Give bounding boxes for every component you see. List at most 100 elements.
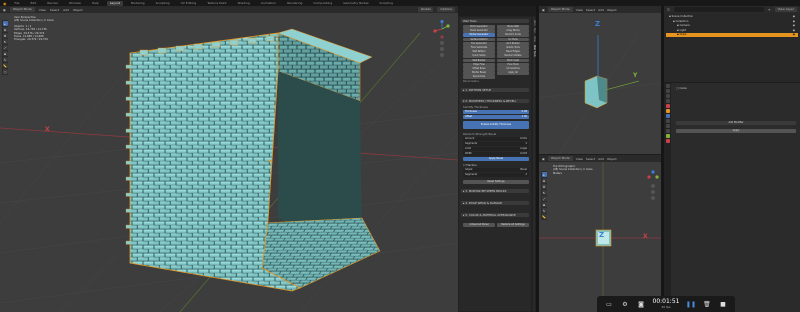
data-icon[interactable] bbox=[665, 134, 670, 138]
tool-button[interactable]: Wall Builder bbox=[463, 58, 495, 63]
mode-select[interactable]: Object Mode bbox=[547, 7, 573, 12]
section-pattern-setup[interactable]: ▸ 1. PATTERN SETUP bbox=[461, 88, 529, 92]
menu-help[interactable]: Help bbox=[89, 1, 102, 6]
harden-checkbox[interactable]: ☐ Harden bbox=[461, 163, 529, 167]
move-icon[interactable]: ✥ bbox=[2, 33, 8, 38]
stop-icon[interactable]: ■ bbox=[718, 300, 727, 309]
visibility-eye-icon[interactable]: ◉ bbox=[793, 33, 795, 37]
mode-select[interactable]: Object Mode bbox=[547, 156, 573, 161]
view-layer-select[interactable]: View Layer bbox=[774, 7, 797, 12]
physics-icon[interactable] bbox=[665, 124, 670, 128]
adjust-field[interactable]: Adjust Bevel bbox=[463, 168, 529, 172]
menu-add[interactable]: Add bbox=[598, 8, 604, 12]
tab-uv-editing[interactable]: UV Editing bbox=[178, 1, 200, 6]
menu-object[interactable]: Object bbox=[607, 157, 617, 161]
tab-modeling[interactable]: Modeling bbox=[128, 1, 148, 6]
output-icon[interactable] bbox=[665, 94, 670, 98]
tab-sculpting[interactable]: Sculpting bbox=[153, 1, 173, 6]
apply-modifier-button[interactable]: Apply bbox=[676, 129, 796, 133]
tab-shading[interactable]: Shading bbox=[235, 1, 253, 6]
menu-object[interactable]: Object bbox=[607, 8, 617, 12]
editor-type-icon[interactable]: ▣ bbox=[542, 157, 545, 161]
transform-orientation-select[interactable]: Global bbox=[417, 7, 434, 12]
render-icon[interactable] bbox=[665, 89, 670, 93]
screen-record-icon[interactable]: ▭ bbox=[605, 300, 614, 309]
tool-button[interactable]: Surface Deform bbox=[463, 37, 495, 42]
trash-icon[interactable]: 🗑 bbox=[702, 300, 711, 309]
measure-icon[interactable]: 📏 bbox=[2, 63, 8, 68]
panel-title[interactable]: Wall Tools bbox=[461, 19, 529, 23]
advanced-panel-button[interactable]: Advanced Panel bbox=[463, 223, 495, 227]
add-cube-icon[interactable]: ▢ bbox=[2, 69, 8, 74]
outliner-item[interactable]: ▪ Camera ◉ bbox=[666, 24, 798, 28]
blender-logo-icon[interactable]: ◉ bbox=[3, 1, 7, 6]
apply-bevel-button[interactable]: Apply Bevel bbox=[463, 157, 529, 161]
tab-rendering[interactable]: Rendering bbox=[284, 1, 305, 6]
outliner-item[interactable]: ▪ Cube ◉ bbox=[666, 33, 798, 37]
filter-icon[interactable]: ⏷ bbox=[768, 8, 770, 12]
menu-edit[interactable]: Edit bbox=[28, 1, 40, 6]
menu-view[interactable]: View bbox=[39, 8, 46, 12]
particles-icon[interactable] bbox=[665, 119, 670, 123]
transform-icon[interactable]: ⊞ bbox=[2, 51, 8, 56]
tool-settings-icon[interactable] bbox=[665, 84, 670, 88]
outliner-item[interactable]: ▪ Light ◉ bbox=[666, 29, 798, 33]
bevel-segments-field[interactable]: Segments 2 bbox=[463, 142, 529, 146]
offset-field[interactable]: Offset 1.00 bbox=[463, 115, 529, 119]
visibility-eye-icon[interactable]: ◉ bbox=[793, 15, 795, 19]
editor-type-icon[interactable]: ▣ bbox=[3, 8, 6, 12]
scale-icon[interactable]: ⤢ bbox=[2, 45, 8, 50]
annotate-icon[interactable]: ✎ bbox=[2, 57, 8, 62]
outliner-search-input[interactable] bbox=[673, 7, 765, 12]
tool-button[interactable]: Brick Inset bbox=[497, 58, 529, 63]
menu-window[interactable]: Window bbox=[66, 1, 84, 6]
camera-icon[interactable]: ◙ bbox=[637, 300, 646, 309]
outliner-item[interactable]: ▪ Collection ◉ bbox=[666, 20, 798, 24]
enable-solidify-button[interactable]: Enable Solidify Thickness bbox=[463, 121, 529, 129]
material-icon[interactable] bbox=[665, 139, 670, 143]
menu-select[interactable]: Select bbox=[586, 157, 595, 161]
section-mortar[interactable]: ▸ 3. MORTAR BETWEEN BRICKS bbox=[461, 189, 529, 193]
visibility-eye-icon[interactable]: ◉ bbox=[793, 29, 795, 33]
mode-select[interactable]: Object Mode bbox=[9, 7, 35, 12]
ortho-navigation-gizmo[interactable] bbox=[647, 169, 659, 203]
menu-select[interactable]: Select bbox=[586, 8, 595, 12]
section-color[interactable]: ▸ 5. COLOR & MATERIAL APPEARANCE bbox=[461, 213, 529, 217]
scene-icon[interactable] bbox=[665, 99, 670, 103]
tool-button[interactable]: Uv Tools bbox=[497, 37, 529, 42]
bevel-amount-field[interactable]: Amount 0.001 bbox=[463, 137, 529, 141]
tool-button[interactable]: Apply All bbox=[497, 71, 529, 75]
menu-view[interactable]: View bbox=[576, 157, 583, 161]
tab-layout[interactable]: Layout bbox=[106, 0, 123, 6]
menu-add[interactable]: Add bbox=[63, 8, 69, 12]
cursor-icon[interactable]: ⊕ bbox=[2, 27, 8, 32]
visibility-eye-icon[interactable]: ◉ bbox=[793, 24, 795, 28]
reset-settings-button[interactable]: Reset Settings bbox=[463, 180, 529, 184]
thickness-field[interactable]: Thickness 0.08 bbox=[463, 110, 529, 114]
object-name-field[interactable]: ▢ Cube bbox=[674, 86, 798, 90]
tab-scripting[interactable]: Scripting bbox=[377, 1, 396, 6]
settings-gear-icon[interactable]: ⚙ bbox=[621, 300, 630, 309]
outliner-editor-icon[interactable]: ☰ bbox=[667, 8, 670, 12]
tab-animation[interactable]: Animation bbox=[258, 1, 279, 6]
bevel-width-field[interactable]: Width 0.003 bbox=[463, 152, 529, 156]
section-edge-wear[interactable]: ▸ 4. EDGE WEAR & DAMAGE bbox=[461, 201, 529, 205]
menu-file[interactable]: File bbox=[12, 1, 23, 6]
editor-type-icon[interactable]: ▣ bbox=[542, 8, 545, 12]
world-icon[interactable] bbox=[665, 104, 670, 108]
select-box-icon[interactable]: ▸ bbox=[2, 21, 8, 26]
menu-render[interactable]: Render bbox=[44, 1, 61, 6]
options-button[interactable]: Options bbox=[437, 7, 455, 12]
bevel-limit-field[interactable]: Limit Angle bbox=[463, 147, 529, 151]
constraints-icon[interactable] bbox=[665, 129, 670, 133]
tool-button[interactable]: Random Rotate bbox=[497, 54, 529, 59]
segments-field[interactable]: Segments 2 bbox=[463, 173, 529, 177]
tool-button[interactable]: Quick Setup bbox=[463, 54, 495, 59]
tab-compositing[interactable]: Compositing bbox=[310, 1, 335, 6]
menu-add[interactable]: Add bbox=[598, 157, 604, 161]
menu-view[interactable]: View bbox=[576, 8, 583, 12]
modifier-wrench-icon[interactable] bbox=[665, 114, 670, 118]
object-icon[interactable] bbox=[665, 109, 670, 113]
section-modifiers[interactable]: ▾ 2. MODIFIERS (THICKNESS & BEVEL) bbox=[461, 99, 529, 103]
tool-button[interactable]: Mortar Generator bbox=[463, 33, 495, 38]
